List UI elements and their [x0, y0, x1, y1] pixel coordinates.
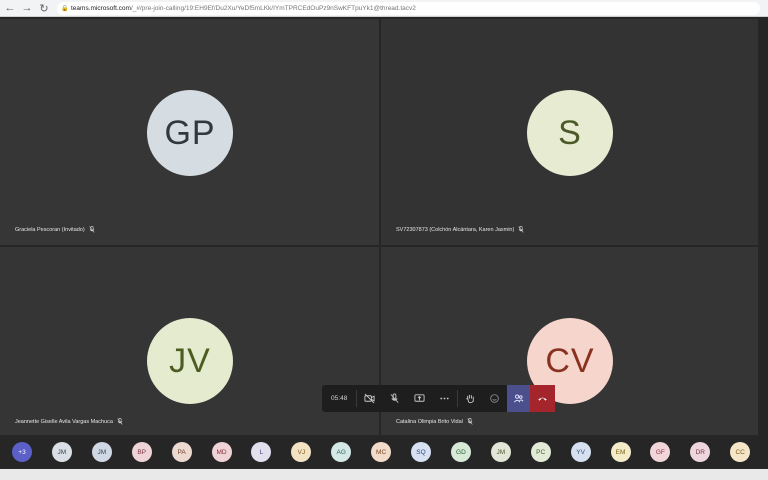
participant-avatar[interactable]: YV [570, 442, 591, 462]
participant-avatar[interactable]: EM [610, 442, 631, 462]
call-controls: 05:48 [322, 385, 555, 412]
raise-hand-icon[interactable] [458, 385, 483, 412]
participant-avatar[interactable]: L [251, 442, 272, 462]
call-timer: 05:48 [331, 395, 348, 402]
more-options-icon[interactable] [432, 385, 457, 412]
participant-avatar[interactable]: GD [450, 442, 471, 462]
participant-avatar[interactable]: DR [690, 442, 711, 462]
participant-name: Graciela Pescoran (Invitado) [15, 226, 85, 233]
reactions-icon[interactable] [482, 385, 507, 412]
participant-avatar[interactable]: GF [650, 442, 671, 462]
participants-icon[interactable] [507, 385, 531, 412]
participant-avatar[interactable]: JM [51, 442, 72, 462]
avatar-initials: GP [164, 113, 216, 152]
participant-name-tag: Catalina Olimpia Brito Vidal [396, 418, 473, 425]
camera-off-icon[interactable] [357, 385, 382, 412]
forward-icon[interactable]: → [20, 1, 34, 15]
participant-name-tag: SV72307873 (Colchón Alcántara, Karen Jas… [396, 226, 524, 233]
url-path: /_#/pre-join-calling/19:EH9Ef/Du2Xu/YeDf… [130, 4, 416, 12]
participant-name-tag: Graciela Pescoran (Invitado) [15, 226, 95, 233]
avatar: JV [147, 318, 233, 404]
participant-avatar[interactable]: PC [530, 442, 551, 462]
mic-off-icon [518, 226, 524, 233]
participant-name-tag: Jeannette Giselle Avila Vargas Machuca [15, 418, 123, 425]
participant-avatar[interactable]: AG [331, 442, 352, 462]
more-participants-button[interactable]: +3 [12, 442, 32, 462]
hang-up-icon[interactable] [530, 385, 555, 412]
mic-off-icon [467, 418, 473, 425]
participant-avatar[interactable]: BP [131, 442, 152, 462]
participant-avatar[interactable]: PA [171, 442, 192, 462]
participant-avatar[interactable]: JM [91, 442, 112, 462]
participant-tile[interactable]: GP Graciela Pescoran (Invitado) [0, 19, 379, 245]
participant-strip: +3 JM JM BP PA MD L VJ AG MC SQ GD JM PC YV EM GF DR CC [0, 435, 768, 469]
mic-off-icon[interactable] [382, 385, 407, 412]
avatar-initials: JV [169, 341, 211, 380]
lock-icon: 🔒 [61, 6, 69, 12]
call-stage: GP Graciela Pescoran (Invitado) S SV7230… [0, 17, 768, 435]
participant-avatar[interactable]: VJ [291, 442, 312, 462]
url-host: teams.microsoft.com [71, 4, 131, 12]
address-bar[interactable]: 🔒 teams.microsoft.com /_#/pre-join-calli… [57, 1, 760, 15]
back-icon[interactable]: ← [3, 1, 17, 15]
participant-tile[interactable]: S SV72307873 (Colchón Alcántara, Karen J… [381, 19, 758, 245]
participant-name: Jeannette Giselle Avila Vargas Machuca [15, 418, 113, 425]
participant-avatar[interactable]: JM [490, 442, 511, 462]
participant-avatar[interactable]: MD [211, 442, 232, 462]
browser-toolbar: ← → ↻ 🔒 teams.microsoft.com /_#/pre-join… [0, 0, 768, 17]
participant-avatar[interactable]: SQ [411, 442, 431, 462]
share-screen-icon[interactable] [407, 385, 432, 412]
avatar-initials: S [558, 113, 582, 152]
avatar-initials: CV [545, 341, 595, 380]
mic-off-icon [89, 226, 95, 233]
avatar: S [527, 90, 613, 176]
reload-icon[interactable]: ↻ [37, 1, 51, 15]
mic-off-icon [117, 418, 123, 425]
participant-name: Catalina Olimpia Brito Vidal [396, 418, 463, 425]
participant-avatar[interactable]: MC [371, 442, 392, 462]
participant-name: SV72307873 (Colchón Alcántara, Karen Jas… [396, 226, 515, 233]
avatar: GP [147, 90, 233, 176]
taskbar-edge [0, 469, 768, 480]
participant-avatar[interactable]: CC [730, 442, 751, 462]
